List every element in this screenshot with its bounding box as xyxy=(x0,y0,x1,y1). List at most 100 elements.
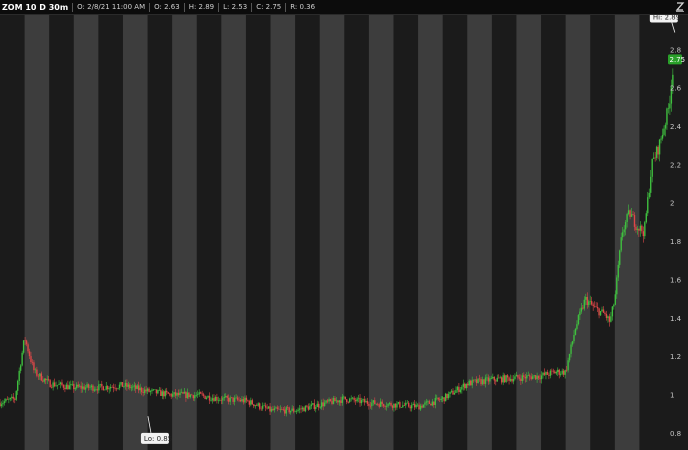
candle-body xyxy=(320,402,323,408)
candle-body xyxy=(346,399,348,403)
candle-body xyxy=(90,385,93,388)
session-band xyxy=(24,15,50,450)
candle-body xyxy=(506,375,509,378)
candle-body xyxy=(244,397,246,403)
candle-body xyxy=(253,404,255,407)
candle-body xyxy=(334,398,336,402)
candle-body xyxy=(176,392,178,396)
candle-body xyxy=(77,384,79,387)
candle-body xyxy=(132,386,134,388)
candle-body xyxy=(210,400,212,401)
candle-body xyxy=(89,387,91,388)
y-tick-label: 1.2 xyxy=(670,353,681,361)
candle-body xyxy=(523,375,525,377)
candle-body xyxy=(303,407,305,412)
candle-body xyxy=(306,405,308,407)
candle-body xyxy=(410,405,413,409)
candle-body xyxy=(86,384,88,388)
candle-body xyxy=(436,397,438,399)
candle-body xyxy=(337,400,339,403)
price-chart[interactable]: 2.8 2.6 2.4 2.2 2 1.8 1.6 1.4 1.2 1 0.8 2.75 Hi: 2.… xyxy=(0,15,688,450)
candle-body xyxy=(142,391,144,393)
candle-body xyxy=(639,225,642,231)
candle-body xyxy=(220,399,223,401)
candle-body xyxy=(425,401,428,403)
candle-body xyxy=(179,392,181,396)
candle-body xyxy=(0,402,1,407)
candle-body xyxy=(87,384,90,388)
candle-body xyxy=(669,103,671,109)
candle-body xyxy=(71,383,74,385)
candle-body xyxy=(161,391,164,396)
candle-body xyxy=(493,376,496,381)
candle-body xyxy=(24,340,26,341)
candle-body xyxy=(580,307,583,312)
candle-body xyxy=(288,407,290,413)
candle-body xyxy=(644,222,646,237)
candle-body xyxy=(533,375,535,377)
candle-body xyxy=(133,385,135,387)
session-band xyxy=(270,15,296,450)
candle-body xyxy=(349,398,351,403)
candle-body xyxy=(596,307,599,309)
candle-body xyxy=(180,392,183,393)
candle-body xyxy=(93,389,96,391)
candle-body xyxy=(588,301,590,306)
candle-body xyxy=(201,393,203,395)
candle-body xyxy=(211,398,214,401)
candle-body xyxy=(250,400,252,405)
candle-body xyxy=(400,407,403,408)
candle-body xyxy=(55,385,57,387)
candle-body xyxy=(527,375,529,376)
candle-body xyxy=(30,356,32,363)
zoom-icon[interactable] xyxy=(675,1,685,12)
candle-body xyxy=(540,375,543,380)
candle-body xyxy=(621,232,624,238)
candle-body xyxy=(315,407,317,409)
candle-body xyxy=(323,402,326,407)
candle-body xyxy=(545,371,547,375)
candle-body xyxy=(405,402,407,406)
candle-body xyxy=(8,399,10,400)
candle-body xyxy=(214,396,217,402)
candle-body xyxy=(433,401,435,405)
candle-body xyxy=(623,229,625,233)
candle-body xyxy=(136,385,138,389)
candle-body xyxy=(477,378,479,384)
candle-body xyxy=(95,389,97,390)
candle-body xyxy=(517,374,519,378)
candle-body xyxy=(341,396,344,403)
candle-body xyxy=(371,402,373,407)
symbol-label[interactable]: ZOM 10 D 30m xyxy=(0,3,72,12)
candle-body xyxy=(613,304,615,307)
candle-body xyxy=(0,404,3,407)
candle-body xyxy=(480,379,482,385)
y-tick-label: 2.2 xyxy=(670,161,681,169)
candle-body xyxy=(357,397,360,399)
candle-body xyxy=(198,392,200,395)
candle-body xyxy=(502,375,504,383)
candle-body xyxy=(529,375,531,377)
candle-body xyxy=(455,390,457,393)
candle-body xyxy=(483,379,485,384)
session-band xyxy=(73,15,99,450)
candle-body xyxy=(33,362,35,371)
candle-body xyxy=(191,394,193,396)
candle-body xyxy=(300,408,302,410)
candle-body xyxy=(19,365,22,371)
candle-body xyxy=(374,400,376,405)
candle-body xyxy=(65,384,68,390)
candle-body xyxy=(565,370,568,371)
candle-body xyxy=(354,400,357,402)
candle-body xyxy=(549,370,552,376)
candle-body xyxy=(43,378,45,382)
candle-body xyxy=(121,382,124,387)
candle-body xyxy=(363,399,366,403)
candle-body xyxy=(329,399,332,402)
candle-body xyxy=(590,301,593,305)
candle-body xyxy=(408,402,410,407)
candle-body xyxy=(402,405,404,408)
candle-body xyxy=(298,408,301,410)
candle-body xyxy=(58,384,60,385)
candle-body xyxy=(652,157,655,159)
